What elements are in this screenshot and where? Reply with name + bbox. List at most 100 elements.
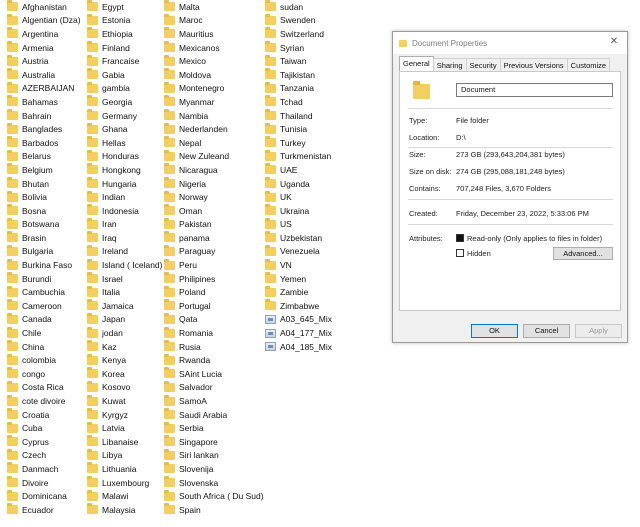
file-list-item[interactable]: Belarus xyxy=(7,149,81,164)
file-list-item[interactable]: Maroc xyxy=(164,13,264,28)
folder-name-field[interactable]: Document xyxy=(456,83,613,97)
file-list-item[interactable]: Chile xyxy=(7,326,81,340)
file-list-item[interactable]: Luxembourg xyxy=(87,476,162,490)
file-list-item[interactable]: A04_185_Mix xyxy=(265,340,332,354)
file-list-item[interactable]: Siri lankan xyxy=(164,448,264,463)
file-list-item[interactable]: Tunisia xyxy=(265,122,332,136)
file-list-item[interactable]: Kenya xyxy=(87,353,162,367)
file-list-item[interactable]: A04_177_Mix xyxy=(265,326,332,340)
tab-customize[interactable]: Customize xyxy=(566,58,611,71)
file-list-item[interactable]: VN xyxy=(265,258,332,272)
file-list-item[interactable]: Brasin xyxy=(7,231,81,245)
file-list-item[interactable]: Bahrain xyxy=(7,109,81,123)
file-list-item[interactable]: Ukraina xyxy=(265,204,332,218)
file-list-item[interactable]: Venezuela xyxy=(265,244,332,259)
file-list-item[interactable]: SamoA xyxy=(164,394,264,408)
file-list-item[interactable]: Slovenija xyxy=(164,462,264,476)
file-list-item[interactable]: Dominicana xyxy=(7,489,81,503)
file-list-item[interactable]: Austria xyxy=(7,54,81,68)
file-list-item[interactable]: Hongkong xyxy=(87,163,162,177)
file-list-item[interactable]: Hungaria xyxy=(87,177,162,191)
file-list-item[interactable]: Belgium xyxy=(7,163,81,177)
ok-button[interactable]: OK xyxy=(471,324,518,338)
file-list-item[interactable]: Georgia xyxy=(87,95,162,109)
file-list-item[interactable]: Indian xyxy=(87,190,162,204)
file-list-item[interactable]: Algentian (Dza) xyxy=(7,13,81,28)
file-list-item[interactable]: Turkey xyxy=(265,136,332,150)
readonly-checkbox[interactable] xyxy=(456,234,464,242)
file-list-item[interactable]: Poland xyxy=(164,285,264,299)
file-list-item[interactable]: congo xyxy=(7,367,81,381)
tab-previous-versions[interactable]: Previous Versions xyxy=(499,58,568,71)
apply-button[interactable]: Apply xyxy=(575,324,622,338)
file-list-item[interactable]: Israel xyxy=(87,272,162,286)
file-list-item[interactable]: Moldova xyxy=(164,68,264,82)
file-list-item[interactable]: jodan xyxy=(87,326,162,340)
file-list-item[interactable]: Germany xyxy=(87,109,162,123)
file-list-item[interactable]: Nigeria xyxy=(164,177,264,191)
file-list-item[interactable]: Uganda xyxy=(265,177,332,191)
file-list-item[interactable]: Gabia xyxy=(87,68,162,82)
file-list-item[interactable]: Montenegro xyxy=(164,81,264,96)
file-list-item[interactable]: Libanaise xyxy=(87,435,162,449)
file-list-item[interactable]: Thailand xyxy=(265,109,332,123)
file-list-item[interactable]: Hellas xyxy=(87,136,162,150)
file-list-item[interactable]: Tanzania xyxy=(265,81,332,96)
cancel-button[interactable]: Cancel xyxy=(523,324,570,338)
file-list-item[interactable]: Mexicanos xyxy=(164,41,264,55)
file-list-item[interactable]: Malta xyxy=(164,0,264,14)
file-list-item[interactable]: US xyxy=(265,217,332,232)
file-list-item[interactable]: Slovenska xyxy=(164,476,264,490)
file-list-item[interactable]: Indonesia xyxy=(87,204,162,218)
file-list-item[interactable]: Finland xyxy=(87,41,162,55)
file-list-item[interactable]: Pakistan xyxy=(164,217,264,232)
file-list-item[interactable]: Burkina Faso xyxy=(7,258,81,272)
file-list-item[interactable]: China xyxy=(7,340,81,354)
file-list-item[interactable]: Italia xyxy=(87,285,162,299)
file-list-item[interactable]: Libya xyxy=(87,448,162,463)
file-list-item[interactable]: Afghanistan xyxy=(7,0,81,14)
file-list-item[interactable]: panama xyxy=(164,231,264,245)
file-list-item[interactable]: Divoire xyxy=(7,476,81,490)
file-list-item[interactable]: Czech xyxy=(7,448,81,463)
file-list-item[interactable]: Saudi Arabia xyxy=(164,408,264,422)
hidden-checkbox[interactable] xyxy=(456,249,464,257)
file-list-item[interactable]: sudan xyxy=(265,0,332,14)
file-list-item[interactable]: Cyprus xyxy=(7,435,81,449)
file-list-item[interactable]: Jamaica xyxy=(87,299,162,313)
file-list-item[interactable]: Ireland xyxy=(87,244,162,259)
file-list-item[interactable]: Qata xyxy=(164,312,264,327)
file-list-item[interactable]: Danmach xyxy=(7,462,81,476)
file-list-item[interactable]: colombia xyxy=(7,353,81,367)
file-list-item[interactable]: Mauritius xyxy=(164,27,264,41)
file-list-item[interactable]: Bulgaria xyxy=(7,244,81,259)
advanced-button[interactable]: Advanced... xyxy=(553,247,613,260)
file-list-item[interactable]: Iraq xyxy=(87,231,162,245)
file-list-item[interactable]: Kyrgyz xyxy=(87,408,162,422)
file-list-item[interactable]: UAE xyxy=(265,163,332,177)
tab-security[interactable]: Security xyxy=(465,58,501,71)
file-list-item[interactable]: Canada xyxy=(7,312,81,327)
file-list-item[interactable]: Australia xyxy=(7,68,81,82)
file-list-item[interactable]: South Africa ( Du Sud) xyxy=(164,489,264,503)
file-list-item[interactable]: A03_645_Mix xyxy=(265,313,332,327)
file-list-item[interactable]: SAint Lucia xyxy=(164,367,264,381)
file-list-item[interactable]: Bolivia xyxy=(7,190,81,204)
file-list-item[interactable]: UK xyxy=(265,190,332,204)
file-list-item[interactable]: Korea xyxy=(87,367,162,381)
file-list-item[interactable]: Malawi xyxy=(87,489,162,503)
file-list-item[interactable]: Syrian xyxy=(265,41,332,55)
file-list-item[interactable]: Armenia xyxy=(7,41,81,55)
file-list-item[interactable]: Bosna xyxy=(7,204,81,218)
file-list-item[interactable]: Myanmar xyxy=(164,95,264,109)
file-list-item[interactable]: Iran xyxy=(87,217,162,232)
file-list-item[interactable]: Switzerland xyxy=(265,27,332,41)
file-list-item[interactable]: Ethiopia xyxy=(87,27,162,41)
file-list-item[interactable]: cote divoire xyxy=(7,394,81,408)
file-list-item[interactable]: Ghana xyxy=(87,122,162,136)
file-list-item[interactable]: Costa Rica xyxy=(7,380,81,395)
file-list-item[interactable]: Tchad xyxy=(265,95,332,109)
file-list-item[interactable]: Latvia xyxy=(87,421,162,435)
file-list-item[interactable]: Peru xyxy=(164,258,264,272)
file-list-item[interactable]: Ecuador xyxy=(7,503,81,517)
